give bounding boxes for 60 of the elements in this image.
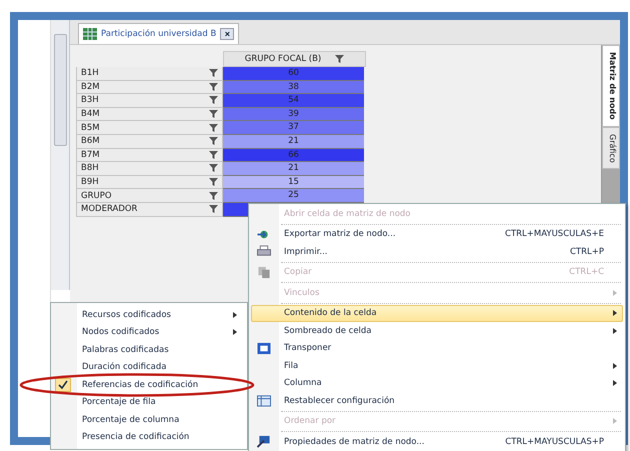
close-button[interactable]: ×: [220, 28, 234, 40]
matrix-cell: 37: [223, 121, 364, 135]
matrix-cell: 38: [223, 80, 364, 94]
row-header[interactable]: B2M: [76, 80, 223, 94]
matrix-cell: 15: [223, 176, 364, 190]
filter-icon[interactable]: [335, 55, 344, 63]
menu-item[interactable]: Presencia de codificación: [51, 428, 247, 446]
matrix-cell: 66: [223, 148, 364, 162]
matrix-cell: 21: [223, 162, 364, 176]
menu-item[interactable]: Recursos codificados: [51, 306, 247, 324]
row-header[interactable]: MODERADOR: [76, 202, 223, 217]
matrix-cell: 54: [223, 94, 364, 108]
side-tab[interactable]: Gráfico: [602, 126, 620, 170]
matrix-cell: 60: [223, 67, 364, 81]
menu-item[interactable]: Restablecer configuración: [251, 392, 623, 410]
matrix-cell: 25: [223, 189, 364, 203]
row-header[interactable]: B5M: [76, 121, 223, 135]
submenu-arrow-icon: [613, 418, 617, 424]
submenu-arrow-icon: [613, 310, 617, 316]
menu-item[interactable]: Transponer: [251, 340, 623, 357]
row-header[interactable]: B4M: [76, 108, 223, 122]
submenu-arrow-icon: [613, 380, 617, 386]
menu-item[interactable]: Porcentaje de fila: [51, 394, 247, 411]
properties-icon: [256, 435, 272, 448]
menu-item[interactable]: Propiedades de matriz de nodo... CTRL+MAYUSCULAS+P: [251, 433, 623, 450]
menu-item[interactable]: Sombreado de celda: [251, 322, 623, 340]
matrix-icon: [83, 28, 97, 40]
side-tab[interactable]: Matriz de nodo: [602, 45, 620, 127]
row-header[interactable]: B9H: [76, 176, 223, 190]
matrix-cell: 21: [223, 134, 364, 149]
checkmark-icon: [55, 378, 71, 392]
submenu-arrow-icon: [233, 329, 237, 336]
printer-icon: [256, 245, 272, 258]
copy-icon: [256, 266, 272, 279]
row-header[interactable]: B6M: [76, 134, 223, 149]
menu-item[interactable]: Columna: [251, 374, 623, 392]
column-header[interactable]: GRUPO FOCAL (B): [223, 51, 366, 67]
scrollbar[interactable]: [51, 20, 70, 290]
table-icon: [256, 394, 272, 408]
menu-item[interactable]: Exportar matriz de nodo... CTRL+MAYUSCULAS+E: [251, 226, 623, 243]
document-tab[interactable]: Participación universidad B ×: [78, 23, 240, 44]
submenu-arrow-icon: [613, 362, 617, 369]
row-header[interactable]: GRUPO: [76, 189, 223, 203]
row-header[interactable]: B3H: [76, 94, 223, 108]
submenu-arrow-icon: [613, 290, 617, 296]
menu-item[interactable]: Contenido de la celda: [251, 304, 623, 322]
matrix-cell: 39: [223, 108, 364, 122]
row-header[interactable]: B8H: [76, 162, 223, 176]
row-header[interactable]: B7M: [76, 148, 223, 162]
menu-item[interactable]: Imprimir... CTRL+P: [251, 243, 623, 260]
menu-item[interactable]: Porcentaje de columna: [51, 411, 247, 428]
submenu-arrow-icon: [233, 312, 237, 318]
menu-item[interactable]: Palabras codificadas: [51, 341, 247, 358]
menu-item[interactable]: Duración codificada: [51, 358, 247, 376]
row-header[interactable]: B1H: [76, 67, 223, 81]
submenu-arrow-icon: [613, 328, 617, 334]
menu-item[interactable]: Nodos codificados: [51, 324, 247, 341]
menu-item[interactable]: Fila: [251, 357, 623, 374]
transpose-icon: [256, 342, 272, 355]
tab-title: Participación universidad B: [101, 29, 216, 39]
